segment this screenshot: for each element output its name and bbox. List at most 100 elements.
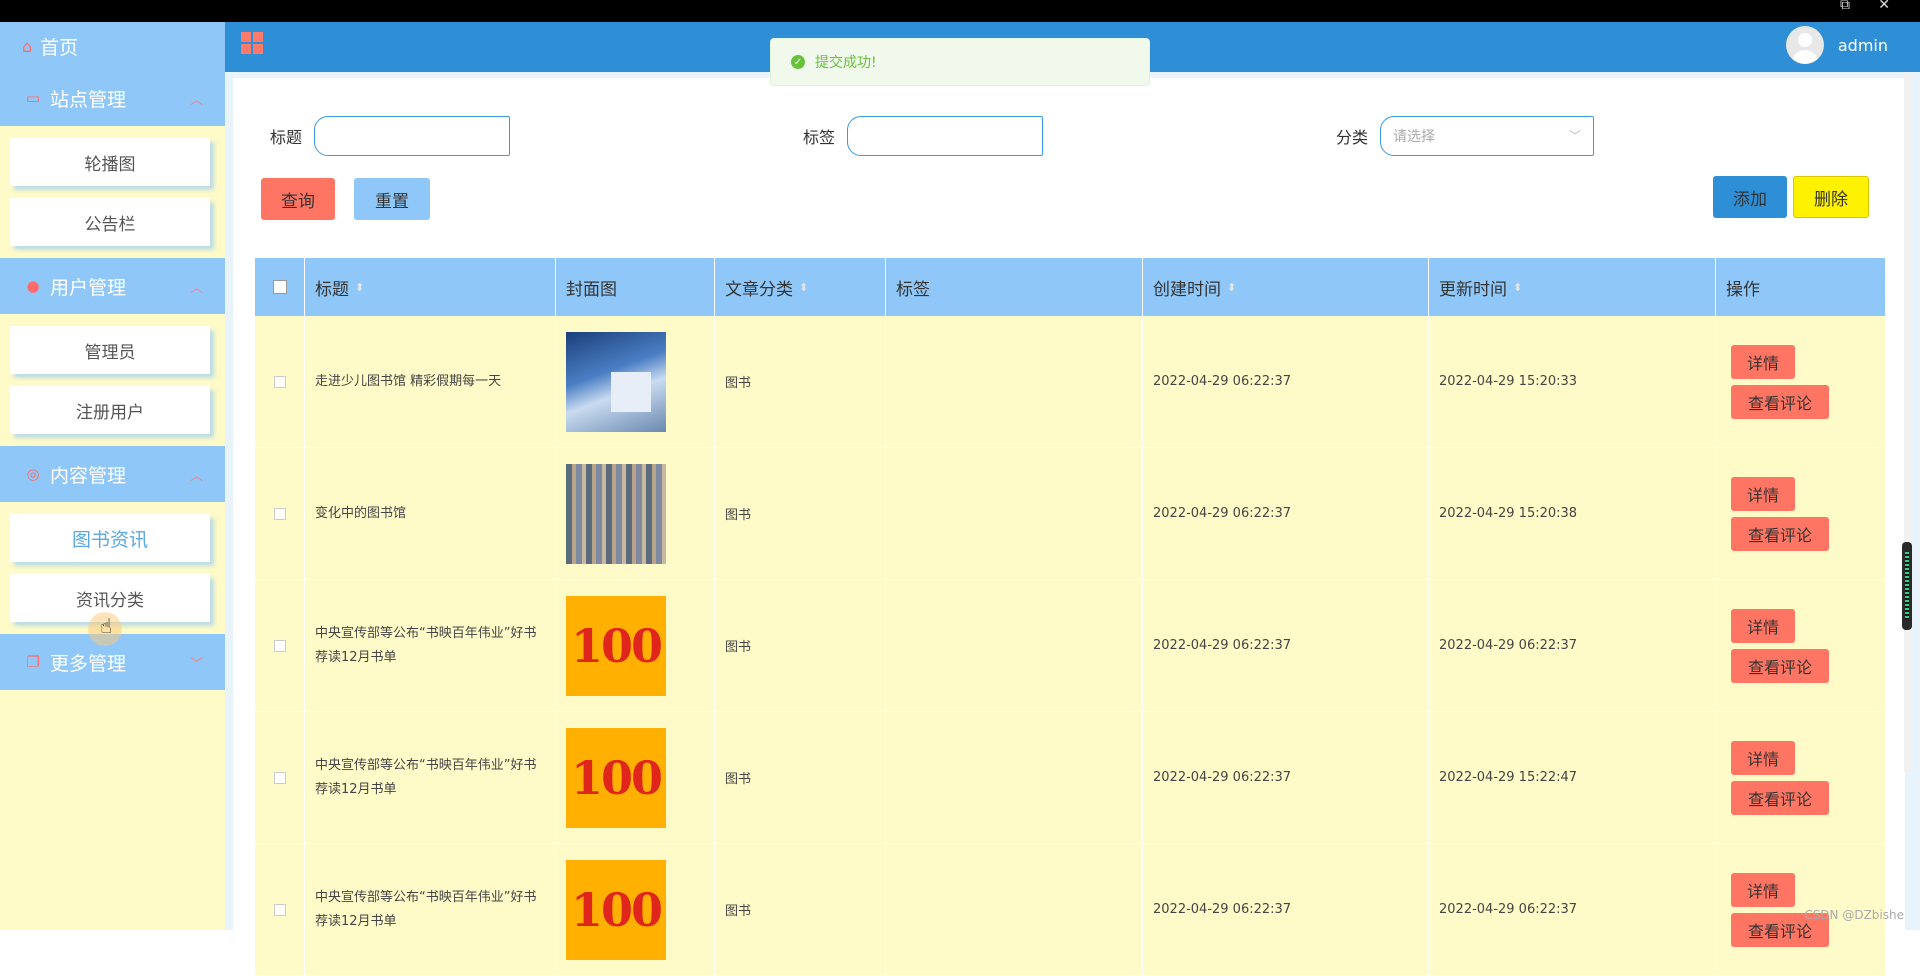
col-title-label: 标题	[315, 275, 349, 300]
category-select[interactable]: 请选择 ﹀	[1380, 116, 1594, 156]
circle-icon: ◎	[22, 465, 44, 483]
actions-cell: 详情 查看评论	[1716, 316, 1885, 447]
username[interactable]: admin	[1838, 36, 1888, 55]
delete-button[interactable]: 删除	[1793, 176, 1869, 218]
add-button[interactable]: 添加	[1713, 176, 1787, 218]
toast-message: 提交成功!	[815, 52, 877, 72]
category-placeholder: 请选择	[1393, 126, 1435, 146]
col-cover-label: 封面图	[566, 275, 617, 300]
col-updated[interactable]: 更新时间 ⬍	[1429, 258, 1716, 316]
close-icon[interactable]: ✕	[1878, 0, 1890, 10]
created-cell: 2022-04-29 06:22:37	[1143, 844, 1429, 975]
view-comments-button[interactable]: 查看评论	[1731, 781, 1829, 815]
select-all-checkbox[interactable]	[273, 280, 287, 294]
main-content: 标题 标签 分类 请选择 ﹀ 查询 重置 添加 删除 标题 ⬍ 封面图 文章分类 ⬍…	[225, 72, 1920, 930]
sidebar-cat-content-management[interactable]: ◎ 内容管理 ︿	[0, 446, 225, 502]
sidebar-cat-user-management[interactable]: ● 用户管理 ︿	[0, 258, 225, 314]
title-cell: 走进少儿图书馆 精彩假期每一天	[305, 316, 556, 447]
sidebar-item-notice[interactable]: 公告栏	[10, 198, 210, 246]
col-updated-label: 更新时间	[1439, 275, 1507, 300]
row-checkbox[interactable]	[274, 772, 286, 784]
updated-cell: 2022-04-29 06:22:37	[1429, 580, 1716, 711]
user-icon: ●	[22, 277, 44, 295]
col-actions-label: 操作	[1726, 275, 1760, 300]
search-title-group: 标题	[270, 116, 510, 156]
category-cell: 图书	[715, 844, 886, 975]
detail-button[interactable]: 详情	[1731, 477, 1795, 511]
view-comments-button[interactable]: 查看评论	[1731, 385, 1829, 419]
sidebar-item-admin[interactable]: 管理员	[10, 326, 210, 374]
row-title: 变化中的图书馆	[315, 502, 540, 526]
sidebar-cat-site-management[interactable]: ▭ 站点管理 ︿	[0, 70, 225, 126]
created-cell: 2022-04-29 06:22:37	[1143, 316, 1429, 447]
row-title: 走进少儿图书馆 精彩假期每一天	[315, 370, 540, 394]
table-row: 中央宣传部等公布“书映百年伟业”好书荐读12月书单 100 图书 2022-04…	[255, 712, 1885, 844]
cover-image: 100	[566, 596, 666, 696]
tag-label: 标签	[803, 124, 835, 148]
sidebar-item-registered-users[interactable]: 注册用户	[10, 386, 210, 434]
cover-cell: 100	[556, 580, 715, 711]
category-label: 分类	[1336, 124, 1368, 148]
title-cell: 中央宣传部等公布“书映百年伟业”好书荐读12月书单	[305, 712, 556, 843]
cover-image	[566, 464, 666, 564]
watermark: CSDN @DZbishe	[1804, 908, 1904, 922]
search-tag-group: 标签	[803, 116, 1043, 156]
category-cell: 图书	[715, 580, 886, 711]
sort-icon[interactable]: ⬍	[355, 281, 364, 294]
col-category[interactable]: 文章分类 ⬍	[715, 258, 886, 316]
updated-cell: 2022-04-29 15:20:38	[1429, 448, 1716, 579]
row-title: 中央宣传部等公布“书映百年伟业”好书荐读12月书单	[315, 622, 540, 670]
row-title: 中央宣传部等公布“书映百年伟业”好书荐读12月书单	[315, 886, 540, 934]
detail-button[interactable]: 详情	[1731, 873, 1795, 907]
row-select-cell	[255, 316, 305, 447]
col-created[interactable]: 创建时间⬍	[1143, 258, 1429, 316]
sort-icon[interactable]: ⬍	[1513, 281, 1522, 294]
avatar[interactable]	[1786, 26, 1824, 64]
query-button[interactable]: 查询	[261, 178, 335, 220]
col-title[interactable]: 标题 ⬍	[305, 258, 556, 316]
cover-100-text: 100	[571, 883, 661, 937]
row-title: 中央宣传部等公布“书映百年伟业”好书荐读12月书单	[315, 754, 540, 802]
chevron-down-icon: ﹀	[1569, 127, 1581, 144]
reset-button[interactable]: 重置	[354, 178, 430, 220]
title-label: 标题	[270, 124, 302, 148]
view-comments-button[interactable]: 查看评论	[1731, 649, 1829, 683]
table-row: 变化中的图书馆 图书 2022-04-29 06:22:37 2022-04-2…	[255, 448, 1885, 580]
title-cell: 中央宣传部等公布“书映百年伟业”好书荐读12月书单	[305, 580, 556, 711]
page-scrollbar[interactable]	[1904, 72, 1912, 772]
cover-cell: 100	[556, 844, 715, 975]
detail-button[interactable]: 详情	[1731, 345, 1795, 379]
table-row: 走进少儿图书馆 精彩假期每一天 图书 2022-04-29 06:22:37 2…	[255, 316, 1885, 448]
detail-button[interactable]: 详情	[1731, 741, 1795, 775]
sidebar-item-book-news[interactable]: 图书资讯	[10, 514, 210, 562]
tag-cell	[886, 316, 1143, 447]
sidebar-item-home[interactable]: ⌂ 首页	[0, 22, 225, 70]
scrollbar-thumb[interactable]	[1902, 542, 1912, 630]
detail-button[interactable]: 详情	[1731, 609, 1795, 643]
chevron-up-icon: ︿	[190, 89, 203, 108]
updated-cell: 2022-04-29 15:20:33	[1429, 316, 1716, 447]
actions-cell: 详情 查看评论	[1716, 712, 1885, 843]
chevron-up-icon: ︿	[190, 277, 203, 296]
row-checkbox[interactable]	[274, 376, 286, 388]
created-cell: 2022-04-29 06:22:37	[1143, 580, 1429, 711]
sort-icon[interactable]: ⬍	[1227, 281, 1236, 294]
title-search-input[interactable]	[314, 116, 510, 156]
restore-icon[interactable]: ⧉	[1840, 0, 1850, 10]
copy-icon: ❐	[22, 653, 44, 671]
row-checkbox[interactable]	[274, 640, 286, 652]
sort-icon[interactable]: ⬍	[799, 281, 808, 294]
row-checkbox[interactable]	[274, 904, 286, 916]
sidebar-item-carousel[interactable]: 轮播图	[10, 138, 210, 186]
col-actions: 操作	[1716, 258, 1885, 316]
select-all-cell	[255, 258, 305, 316]
tag-search-input[interactable]	[847, 116, 1043, 156]
col-category-label: 文章分类	[725, 275, 793, 300]
view-comments-button[interactable]: 查看评论	[1731, 517, 1829, 551]
chevron-up-icon: ︿	[190, 465, 203, 484]
sidebar-group-site: ▭ 站点管理 ︿ 轮播图 公告栏	[0, 70, 225, 258]
title-cell: 中央宣传部等公布“书映百年伟业”好书荐读12月书单	[305, 844, 556, 975]
updated-cell: 2022-04-29 06:22:37	[1429, 844, 1716, 975]
content-panel: 标题 标签 分类 请选择 ﹀ 查询 重置 添加 删除 标题 ⬍ 封面图 文章分类 ⬍…	[233, 78, 1905, 930]
row-checkbox[interactable]	[274, 508, 286, 520]
